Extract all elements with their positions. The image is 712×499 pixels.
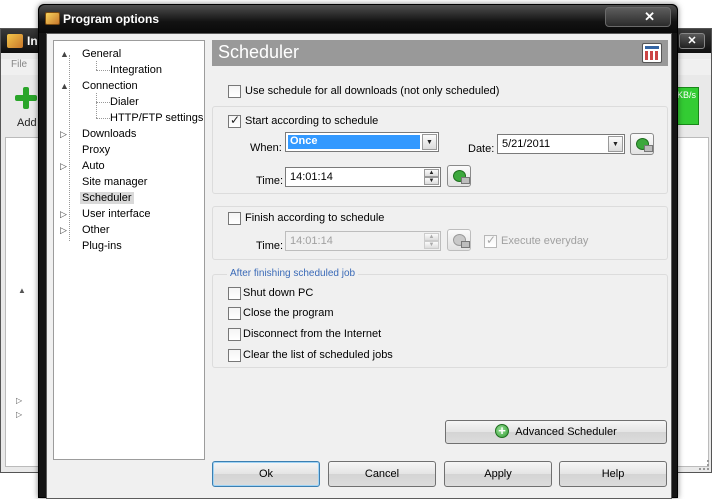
close-icon: ✕: [644, 9, 655, 24]
cancel-button[interactable]: Cancel: [328, 461, 436, 487]
tree-item-http-ftp-settings[interactable]: HTTP/FTP settings: [108, 112, 205, 124]
start-schedule-label[interactable]: Start according to schedule: [245, 115, 378, 127]
disconnect-internet-label[interactable]: Disconnect from the Internet: [243, 328, 381, 340]
tree-item-scheduler[interactable]: Scheduler: [80, 192, 134, 204]
expand-icon[interactable]: ▷: [60, 129, 68, 140]
add-download-icon[interactable]: [15, 87, 37, 109]
finish-time-input[interactable]: 14:01:14 ▲ ▼: [285, 231, 441, 251]
start-time-label: Time:: [256, 175, 284, 187]
program-icon: [45, 12, 60, 25]
start-time-input[interactable]: 14:01:14 ▲ ▼: [285, 167, 441, 187]
tree-item-general[interactable]: General: [80, 48, 123, 60]
collapse-icon[interactable]: ▲: [60, 81, 69, 91]
when-label: When:: [250, 142, 282, 154]
tree-item-connection[interactable]: Connection: [80, 80, 140, 92]
page-title: Scheduler: [218, 42, 300, 62]
expand-icon[interactable]: ▷: [60, 209, 68, 220]
chevron-down-icon[interactable]: ▼: [608, 136, 623, 152]
spin-down-icon[interactable]: ▼: [424, 241, 439, 249]
tree-item-user-interface[interactable]: User interface: [80, 208, 152, 220]
date-picker[interactable]: 5/21/2011 ▼: [497, 134, 625, 154]
tree-expand-icon[interactable]: ▷: [16, 396, 25, 405]
expand-icon[interactable]: ▷: [60, 225, 68, 236]
program-options-dialog: Program options ✕ ▲ General Integration …: [38, 4, 678, 499]
tree-item-proxy[interactable]: Proxy: [80, 144, 112, 156]
background-window-title: In: [27, 34, 38, 48]
date-label: Date:: [468, 143, 495, 155]
finish-time-value: 14:01:14: [290, 235, 333, 247]
dialog-titlebar[interactable]: Program options ✕: [39, 5, 677, 33]
advanced-scheduler-button[interactable]: Advanced Scheduler: [445, 420, 667, 444]
tree-item-plug-ins[interactable]: Plug-ins: [80, 240, 124, 252]
use-schedule-all-checkbox[interactable]: [228, 85, 241, 98]
when-select[interactable]: Once ▼: [285, 132, 439, 152]
execute-everyday-label[interactable]: Execute everyday: [501, 235, 588, 247]
advanced-scheduler-label: Advanced Scheduler: [515, 426, 617, 438]
add-download-label[interactable]: Add: [17, 117, 37, 129]
collapse-icon[interactable]: ▲: [60, 49, 69, 59]
clock-add-icon: [495, 420, 510, 442]
tree-guide-line: [96, 61, 97, 70]
ok-button[interactable]: Ok: [212, 461, 320, 487]
spin-down-icon[interactable]: ▼: [424, 177, 439, 185]
close-button[interactable]: ✕: [605, 7, 671, 27]
when-value: Once: [288, 135, 420, 149]
shut-down-pc-label[interactable]: Shut down PC: [243, 287, 313, 299]
apply-button[interactable]: Apply: [444, 461, 552, 487]
scheduler-header: Scheduler: [212, 40, 668, 66]
options-tree[interactable]: ▲ General Integration ▲ Connection Diale…: [53, 40, 205, 460]
start-time-value: 14:01:14: [290, 171, 333, 183]
tree-item-other[interactable]: Other: [80, 224, 112, 236]
resize-grip-icon[interactable]: [699, 460, 709, 470]
close-program-label[interactable]: Close the program: [243, 307, 334, 319]
start-schedule-checkbox[interactable]: [228, 113, 241, 128]
calendar-icon: [642, 43, 662, 63]
clock-go-icon: [636, 138, 653, 152]
tree-item-dialer[interactable]: Dialer: [108, 96, 141, 108]
close-program-checkbox[interactable]: [228, 307, 241, 320]
date-value: 5/21/2011: [502, 138, 551, 150]
finish-time-label: Time:: [256, 240, 284, 252]
spin-up-icon[interactable]: ▲: [424, 169, 439, 177]
tree-guide-line: [96, 93, 97, 118]
shut-down-pc-checkbox[interactable]: [228, 287, 241, 300]
tree-item-auto[interactable]: Auto: [80, 160, 107, 172]
dialog-title: Program options: [63, 12, 160, 26]
tree-guide-line: [69, 55, 70, 241]
after-finishing-title: After finishing scheduled job: [227, 268, 359, 279]
clock-set-icon: [453, 234, 470, 248]
tree-item-site-manager[interactable]: Site manager: [80, 176, 149, 188]
tree-item-downloads[interactable]: Downloads: [80, 128, 138, 140]
clear-scheduled-jobs-label[interactable]: Clear the list of scheduled jobs: [243, 349, 393, 361]
background-close-icon[interactable]: ✕: [679, 33, 705, 49]
start-time-now-button[interactable]: [447, 165, 471, 187]
finish-schedule-checkbox[interactable]: [228, 212, 241, 225]
finish-time-now-button[interactable]: [447, 229, 471, 251]
help-button[interactable]: Help: [559, 461, 667, 487]
app-icon: [7, 34, 23, 48]
tree-expand-icon[interactable]: ▲: [18, 286, 27, 295]
start-now-button[interactable]: [630, 133, 654, 155]
clear-scheduled-jobs-checkbox[interactable]: [228, 349, 241, 362]
clock-set-icon: [453, 170, 470, 184]
finish-schedule-label[interactable]: Finish according to schedule: [245, 212, 384, 224]
dialog-body: ▲ General Integration ▲ Connection Diale…: [46, 33, 672, 499]
expand-icon[interactable]: ▷: [60, 161, 68, 172]
tree-expand-icon[interactable]: ▷: [16, 410, 25, 419]
tree-item-integration[interactable]: Integration: [108, 64, 164, 76]
spin-up-icon[interactable]: ▲: [424, 233, 439, 241]
use-schedule-all-label[interactable]: Use schedule for all downloads (not only…: [245, 85, 499, 97]
chevron-down-icon[interactable]: ▼: [422, 134, 437, 150]
execute-everyday-checkbox[interactable]: [484, 233, 497, 248]
disconnect-internet-checkbox[interactable]: [228, 328, 241, 341]
